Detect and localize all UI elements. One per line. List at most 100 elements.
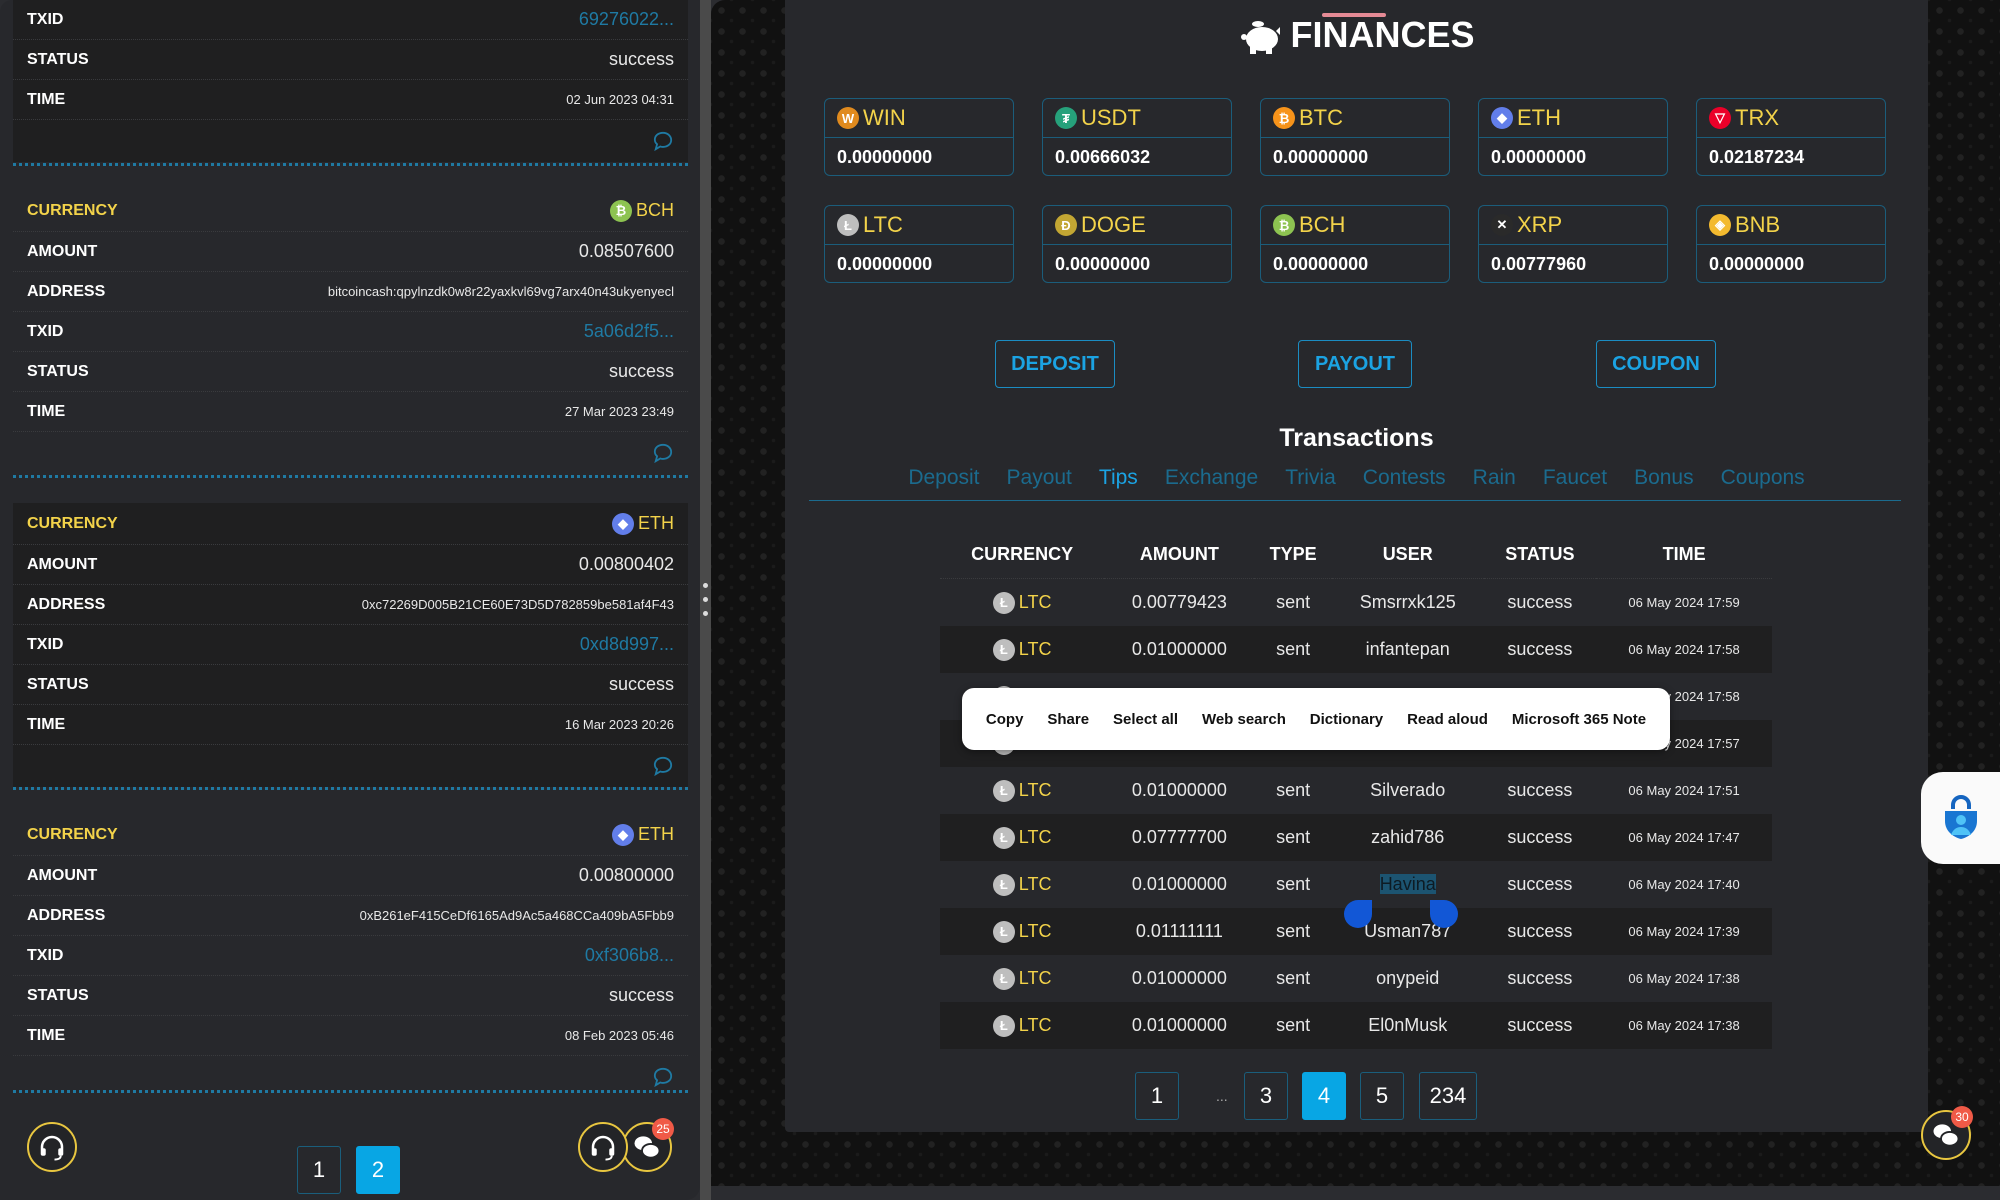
payout-button[interactable]: PAYOUT: [1298, 340, 1412, 388]
left-page-1[interactable]: 1: [297, 1146, 341, 1194]
cell-currency: ŁLTC: [940, 578, 1105, 626]
tx-row-address: ADDRESS 0xB261eF415CeDf6165Ad9Ac5a468CCa4…: [13, 896, 688, 936]
coin-name: ETH: [1517, 105, 1561, 130]
tab-exchange[interactable]: Exchange: [1165, 466, 1258, 490]
page-4-button[interactable]: 4: [1302, 1072, 1346, 1120]
currency-code: LTC: [1018, 1015, 1052, 1036]
coin-card-btc[interactable]: ₿ BTC 0.00000000: [1260, 98, 1450, 176]
currency-wrap: ŁLTC: [992, 920, 1051, 943]
user-name[interactable]: Silverado: [1370, 780, 1445, 800]
status-value: success: [1507, 780, 1573, 800]
column-header-currency[interactable]: CURRENCY: [940, 530, 1105, 579]
currency-code: ETH: [638, 824, 674, 844]
page-3-button[interactable]: 3: [1244, 1072, 1288, 1120]
column-header-amount[interactable]: AMOUNT: [1104, 530, 1255, 579]
status-label: STATUS: [27, 50, 89, 68]
selection-handle-right[interactable]: [1430, 900, 1458, 928]
txid-link[interactable]: 69276022...: [579, 9, 674, 30]
transaction-history-panel: TXID 69276022... STATUS success TIME 02 …: [0, 0, 700, 1200]
currency-label: CURRENCY: [27, 825, 118, 843]
tab-bonus[interactable]: Bonus: [1634, 466, 1694, 490]
menu-item-copy[interactable]: Copy: [986, 711, 1024, 728]
coin-card-win[interactable]: W WIN 0.00000000: [824, 98, 1014, 176]
menu-item-select-all[interactable]: Select all: [1113, 711, 1178, 728]
headset-icon: [591, 1135, 615, 1161]
address-label: ADDRESS: [27, 595, 106, 613]
user-name[interactable]: Havina: [1379, 874, 1436, 894]
amount-value: 0.00779423: [1131, 592, 1227, 612]
chat-button[interactable]: 25: [622, 1118, 674, 1172]
txid-label: TXID: [27, 635, 64, 653]
tx-row-currency: CURRENCY ◆ ETH: [13, 503, 688, 545]
coin-card-usdt[interactable]: ₮ USDT 0.00666032: [1042, 98, 1232, 176]
column-header-type[interactable]: TYPE: [1254, 530, 1332, 579]
menu-item-dictionary[interactable]: Dictionary: [1310, 711, 1383, 728]
tab-tips[interactable]: Tips: [1099, 466, 1138, 490]
comment-icon[interactable]: [652, 756, 674, 776]
selection-handle-left[interactable]: [1344, 900, 1372, 928]
support-button[interactable]: [27, 1122, 77, 1172]
tab-coupons[interactable]: Coupons: [1721, 466, 1805, 490]
authenticator-widget[interactable]: [1921, 772, 2000, 864]
time-label: TIME: [27, 402, 66, 420]
currency-wrap: ŁLTC: [992, 779, 1051, 802]
deposit-button[interactable]: DEPOSIT: [995, 340, 1115, 388]
tx-card: CURRENCY ◆ ETH AMOUNT 0.00800402 ADDRESS 0xc72…: [13, 503, 688, 787]
doge-icon: Ð: [1055, 214, 1077, 236]
tab-trivia[interactable]: Trivia: [1285, 466, 1336, 490]
comment-icon[interactable]: [652, 443, 674, 463]
tx-row-txid: TXID 0xf306b8...: [13, 936, 688, 976]
user-name[interactable]: onypeid: [1376, 968, 1439, 988]
split-divider[interactable]: [700, 0, 711, 1200]
coin-card-ltc[interactable]: Ł LTC 0.00000000: [824, 205, 1014, 283]
user-name[interactable]: zahid786: [1371, 827, 1444, 847]
coin-card-header: Ł LTC: [825, 206, 1013, 245]
page-1-button[interactable]: 1: [1135, 1072, 1179, 1120]
user-name[interactable]: Smsrrxk125: [1360, 592, 1456, 612]
tx-row-status: STATUS success: [13, 665, 688, 705]
tx-card: CURRENCY ₿ BCH AMOUNT 0.08507600 ADDRESS bitco…: [13, 190, 688, 474]
page-5-button[interactable]: 5: [1360, 1072, 1404, 1120]
coupon-button[interactable]: COUPON: [1596, 340, 1716, 388]
page-234-button[interactable]: 234: [1419, 1072, 1477, 1120]
column-header-user[interactable]: USER: [1331, 530, 1484, 579]
coin-card-trx[interactable]: ▽ TRX 0.02187234: [1696, 98, 1886, 176]
txid-value[interactable]: 5a06d2f5...: [584, 321, 674, 342]
finances-title: FINANCES: [1290, 14, 1475, 55]
cell-status: success: [1483, 1002, 1597, 1049]
txid-value[interactable]: 0xf306b8...: [585, 945, 674, 966]
tab-payout[interactable]: Payout: [1007, 466, 1072, 490]
menu-item-read-aloud[interactable]: Read aloud: [1407, 711, 1488, 728]
tab-deposit[interactable]: Deposit: [908, 466, 979, 490]
ltc-icon: Ł: [992, 826, 1015, 849]
coin-card-doge[interactable]: Ð DOGE 0.00000000: [1042, 205, 1232, 283]
menu-item-microsoft-365-note[interactable]: Microsoft 365 Note: [1512, 711, 1646, 728]
tab-rain[interactable]: Rain: [1473, 466, 1516, 490]
tab-faucet[interactable]: Faucet: [1543, 466, 1607, 490]
coin-card-bnb[interactable]: ◈ BNB 0.00000000: [1696, 205, 1886, 283]
menu-item-share[interactable]: Share: [1047, 711, 1089, 728]
left-page-2[interactable]: 2: [356, 1146, 400, 1194]
txid-value[interactable]: 0xd8d997...: [580, 634, 674, 655]
tx-row-time: TIME 16 Mar 2023 20:26: [13, 705, 688, 745]
coin-card-bch[interactable]: ₿ BCH 0.00000000: [1260, 205, 1450, 283]
cell-type: sent: [1254, 578, 1332, 626]
column-header-time[interactable]: TIME: [1596, 530, 1772, 579]
eth-icon: ◆: [1491, 107, 1513, 129]
user-name[interactable]: infantepan: [1366, 639, 1450, 659]
user-name[interactable]: El0nMusk: [1368, 1015, 1447, 1035]
support-button-right[interactable]: [578, 1122, 628, 1172]
coin-card-header: ✕ XRP: [1479, 206, 1667, 245]
coin-card-header: ₮ USDT: [1043, 99, 1231, 138]
coin-balance: 0.00000000: [1709, 253, 1805, 274]
authenticator-lock-icon: [1944, 795, 1977, 839]
chat-button-right[interactable]: 30: [1921, 1106, 1973, 1160]
status-value: success: [608, 49, 674, 69]
menu-item-web-search[interactable]: Web search: [1202, 711, 1286, 728]
coin-card-eth[interactable]: ◆ ETH 0.00000000: [1478, 98, 1668, 176]
tab-contests[interactable]: Contests: [1363, 466, 1446, 490]
coin-card-xrp[interactable]: ✕ XRP 0.00777960: [1478, 205, 1668, 283]
comment-icon[interactable]: [652, 1067, 674, 1087]
column-header-status[interactable]: STATUS: [1483, 530, 1597, 579]
comment-icon[interactable]: [652, 131, 674, 151]
